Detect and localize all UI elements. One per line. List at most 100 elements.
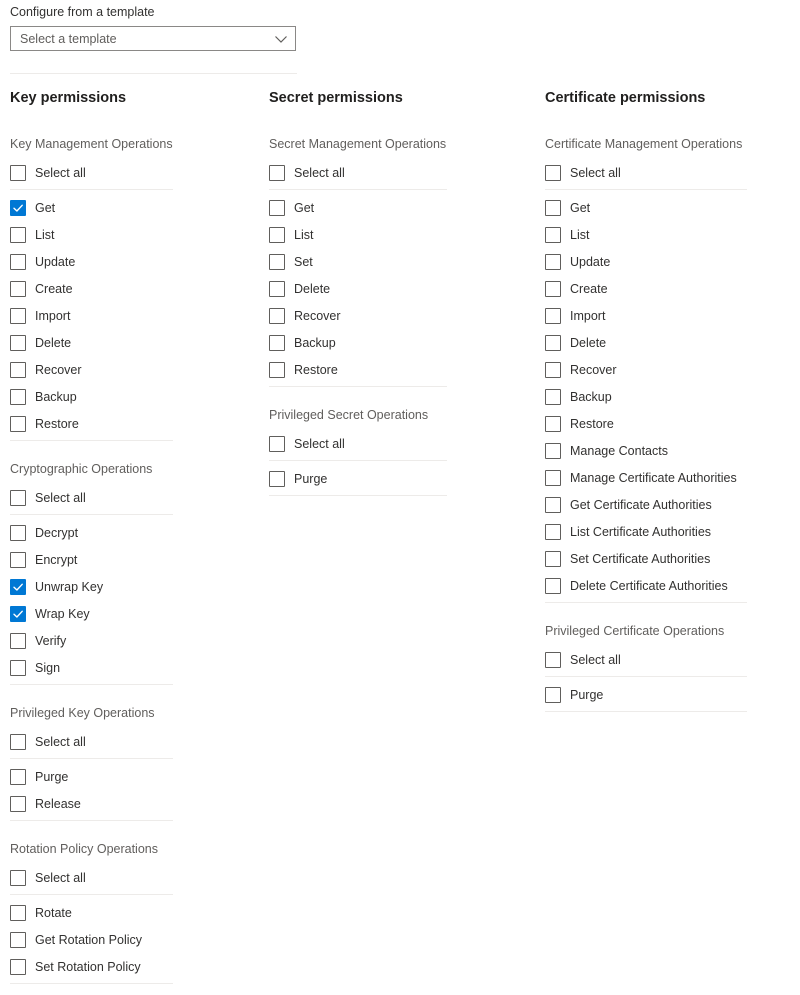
checkbox-row-certificate-manage-contacts[interactable]: Manage Contacts bbox=[545, 437, 795, 464]
checkbox-row-key-key-management-operations-select-all[interactable]: Select all bbox=[10, 159, 260, 186]
checkbox-row-certificate-list-certificate-authorities[interactable]: List Certificate Authorities bbox=[545, 518, 795, 545]
checkbox-row-certificate-backup[interactable]: Backup bbox=[545, 383, 795, 410]
checkbox-row-certificate-get[interactable]: Get bbox=[545, 194, 795, 221]
checkbox-row-key-create[interactable]: Create bbox=[10, 275, 260, 302]
checkbox-certificate-delete-certificate-authorities[interactable] bbox=[545, 577, 561, 594]
checkbox-row-certificate-manage-certificate-authorities[interactable]: Manage Certificate Authorities bbox=[545, 464, 795, 491]
checkbox-certificate-list-certificate-authorities[interactable] bbox=[545, 523, 561, 540]
checkbox-row-key-set-rotation-policy[interactable]: Set Rotation Policy bbox=[10, 953, 260, 980]
checkbox-row-certificate-privileged-certificate-operations-select-all[interactable]: Select all bbox=[545, 646, 795, 673]
checkbox-key-encrypt[interactable] bbox=[10, 551, 26, 568]
checkbox-row-secret-delete[interactable]: Delete bbox=[269, 275, 534, 302]
checkbox-key-update[interactable] bbox=[10, 253, 26, 270]
checkbox-row-secret-privileged-secret-operations-select-all[interactable]: Select all bbox=[269, 430, 534, 457]
checkbox-row-certificate-set-certificate-authorities[interactable]: Set Certificate Authorities bbox=[545, 545, 795, 572]
checkbox-certificate-purge[interactable] bbox=[545, 686, 561, 703]
checkbox-row-key-verify[interactable]: Verify bbox=[10, 627, 260, 654]
checkbox-row-secret-secret-management-operations-select-all[interactable]: Select all bbox=[269, 159, 534, 186]
checkbox-row-certificate-get-certificate-authorities[interactable]: Get Certificate Authorities bbox=[545, 491, 795, 518]
checkbox-key-cryptographic-operations-select-all[interactable] bbox=[10, 489, 26, 506]
checkbox-row-key-list[interactable]: List bbox=[10, 221, 260, 248]
checkbox-row-key-sign[interactable]: Sign bbox=[10, 654, 260, 681]
checkbox-row-key-rotation-policy-operations-select-all[interactable]: Select all bbox=[10, 864, 260, 891]
checkbox-certificate-update[interactable] bbox=[545, 253, 561, 270]
checkbox-secret-restore[interactable] bbox=[269, 361, 285, 378]
checkbox-row-certificate-certificate-management-operations-select-all[interactable]: Select all bbox=[545, 159, 795, 186]
checkbox-secret-purge[interactable] bbox=[269, 470, 285, 487]
checkbox-key-privileged-key-operations-select-all[interactable] bbox=[10, 733, 26, 750]
checkbox-row-secret-list[interactable]: List bbox=[269, 221, 534, 248]
checkbox-key-rotation-policy-operations-select-all[interactable] bbox=[10, 869, 26, 886]
checkbox-row-certificate-delete-certificate-authorities[interactable]: Delete Certificate Authorities bbox=[545, 572, 795, 599]
checkbox-secret-recover[interactable] bbox=[269, 307, 285, 324]
checkbox-row-key-get-rotation-policy[interactable]: Get Rotation Policy bbox=[10, 926, 260, 953]
checkbox-row-certificate-import[interactable]: Import bbox=[545, 302, 795, 329]
checkbox-key-release[interactable] bbox=[10, 795, 26, 812]
checkbox-key-get-rotation-policy[interactable] bbox=[10, 931, 26, 948]
checkbox-row-key-purge[interactable]: Purge bbox=[10, 763, 260, 790]
checkbox-certificate-list[interactable] bbox=[545, 226, 561, 243]
checkbox-certificate-privileged-certificate-operations-select-all[interactable] bbox=[545, 651, 561, 668]
checkbox-row-secret-recover[interactable]: Recover bbox=[269, 302, 534, 329]
checkbox-key-get[interactable] bbox=[10, 199, 26, 216]
checkbox-secret-backup[interactable] bbox=[269, 334, 285, 351]
checkbox-certificate-import[interactable] bbox=[545, 307, 561, 324]
checkbox-certificate-manage-certificate-authorities[interactable] bbox=[545, 469, 561, 486]
checkbox-row-certificate-create[interactable]: Create bbox=[545, 275, 795, 302]
checkbox-key-verify[interactable] bbox=[10, 632, 26, 649]
checkbox-key-restore[interactable] bbox=[10, 415, 26, 432]
checkbox-row-key-delete[interactable]: Delete bbox=[10, 329, 260, 356]
checkbox-certificate-manage-contacts[interactable] bbox=[545, 442, 561, 459]
checkbox-key-unwrap-key[interactable] bbox=[10, 578, 26, 595]
checkbox-key-backup[interactable] bbox=[10, 388, 26, 405]
checkbox-row-certificate-update[interactable]: Update bbox=[545, 248, 795, 275]
checkbox-key-key-management-operations-select-all[interactable] bbox=[10, 164, 26, 181]
checkbox-row-certificate-restore[interactable]: Restore bbox=[545, 410, 795, 437]
checkbox-row-secret-backup[interactable]: Backup bbox=[269, 329, 534, 356]
checkbox-certificate-get-certificate-authorities[interactable] bbox=[545, 496, 561, 513]
checkbox-row-key-restore[interactable]: Restore bbox=[10, 410, 260, 437]
checkbox-certificate-recover[interactable] bbox=[545, 361, 561, 378]
checkbox-row-key-wrap-key[interactable]: Wrap Key bbox=[10, 600, 260, 627]
checkbox-key-sign[interactable] bbox=[10, 659, 26, 676]
checkbox-certificate-certificate-management-operations-select-all[interactable] bbox=[545, 164, 561, 181]
checkbox-key-set-rotation-policy[interactable] bbox=[10, 958, 26, 975]
checkbox-key-recover[interactable] bbox=[10, 361, 26, 378]
checkbox-certificate-set-certificate-authorities[interactable] bbox=[545, 550, 561, 567]
checkbox-key-delete[interactable] bbox=[10, 334, 26, 351]
checkbox-row-key-unwrap-key[interactable]: Unwrap Key bbox=[10, 573, 260, 600]
checkbox-row-secret-get[interactable]: Get bbox=[269, 194, 534, 221]
checkbox-row-key-decrypt[interactable]: Decrypt bbox=[10, 519, 260, 546]
checkbox-row-key-cryptographic-operations-select-all[interactable]: Select all bbox=[10, 484, 260, 511]
checkbox-row-key-backup[interactable]: Backup bbox=[10, 383, 260, 410]
checkbox-row-secret-restore[interactable]: Restore bbox=[269, 356, 534, 383]
checkbox-certificate-backup[interactable] bbox=[545, 388, 561, 405]
checkbox-secret-get[interactable] bbox=[269, 199, 285, 216]
checkbox-secret-secret-management-operations-select-all[interactable] bbox=[269, 164, 285, 181]
checkbox-secret-privileged-secret-operations-select-all[interactable] bbox=[269, 435, 285, 452]
checkbox-key-wrap-key[interactable] bbox=[10, 605, 26, 622]
checkbox-certificate-restore[interactable] bbox=[545, 415, 561, 432]
checkbox-key-rotate[interactable] bbox=[10, 904, 26, 921]
checkbox-key-purge[interactable] bbox=[10, 768, 26, 785]
checkbox-row-key-recover[interactable]: Recover bbox=[10, 356, 260, 383]
checkbox-row-key-import[interactable]: Import bbox=[10, 302, 260, 329]
checkbox-row-certificate-recover[interactable]: Recover bbox=[545, 356, 795, 383]
checkbox-certificate-get[interactable] bbox=[545, 199, 561, 216]
checkbox-secret-list[interactable] bbox=[269, 226, 285, 243]
checkbox-row-key-encrypt[interactable]: Encrypt bbox=[10, 546, 260, 573]
checkbox-certificate-delete[interactable] bbox=[545, 334, 561, 351]
checkbox-key-create[interactable] bbox=[10, 280, 26, 297]
checkbox-row-key-rotate[interactable]: Rotate bbox=[10, 899, 260, 926]
checkbox-certificate-create[interactable] bbox=[545, 280, 561, 297]
checkbox-row-certificate-list[interactable]: List bbox=[545, 221, 795, 248]
checkbox-row-key-get[interactable]: Get bbox=[10, 194, 260, 221]
checkbox-key-import[interactable] bbox=[10, 307, 26, 324]
checkbox-row-key-update[interactable]: Update bbox=[10, 248, 260, 275]
checkbox-row-secret-set[interactable]: Set bbox=[269, 248, 534, 275]
checkbox-secret-delete[interactable] bbox=[269, 280, 285, 297]
checkbox-secret-set[interactable] bbox=[269, 253, 285, 270]
checkbox-row-secret-purge[interactable]: Purge bbox=[269, 465, 534, 492]
template-select[interactable]: Select a template bbox=[10, 26, 296, 51]
checkbox-key-decrypt[interactable] bbox=[10, 524, 26, 541]
